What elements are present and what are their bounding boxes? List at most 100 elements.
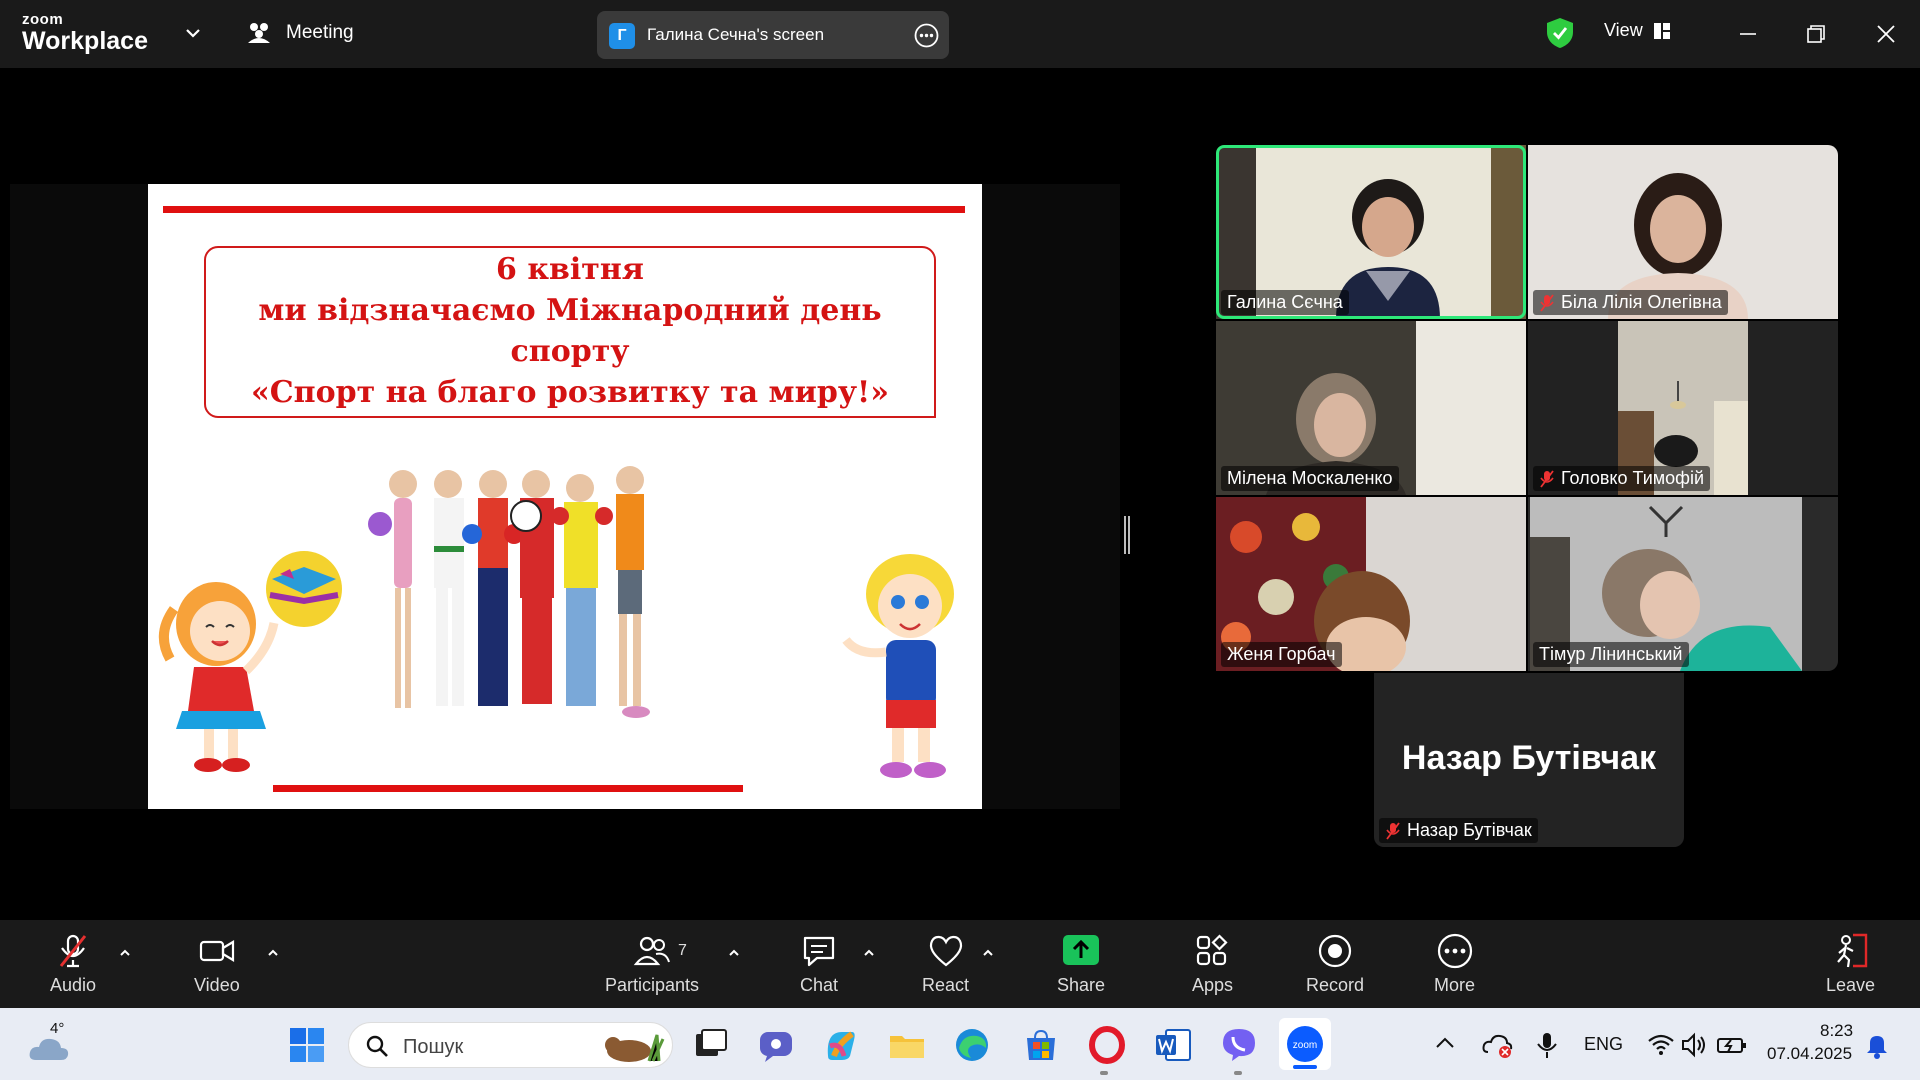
close-icon[interactable] [1870,18,1902,50]
participant-display-name: Назар Бутівчак [1401,739,1657,777]
mic-muted-icon [1540,293,1554,312]
share-label: Share [1057,975,1106,995]
apps-icon [1196,934,1228,966]
leave-label: Leave [1826,975,1876,995]
participant-name: Біла Лілія Олегівна [1561,292,1722,312]
more-label: More [1434,975,1476,995]
chevron-down-icon[interactable] [184,24,202,42]
participant-name-label: Галина Сєчна [1221,290,1349,315]
restore-icon[interactable] [1800,18,1832,50]
meeting-menu[interactable]: Meeting [246,21,354,45]
participant-name: Галина Сєчна [1227,292,1343,312]
edge-browser-icon[interactable] [953,1026,991,1064]
cartoon-girl-with-ball [159,551,342,772]
microphone-icon[interactable] [1532,1030,1562,1060]
clock-date[interactable]: 07.04.2025 [1767,1044,1852,1064]
slide-bottom-line [273,785,743,792]
battery-charging-icon[interactable] [1716,1030,1748,1060]
chat-button[interactable]: Chat [799,932,839,996]
task-view-icon[interactable] [692,1026,730,1064]
file-explorer-icon[interactable] [888,1026,926,1064]
apps-button[interactable]: Apps [1192,932,1233,996]
heart-icon [929,935,962,967]
meeting-icon [248,23,270,43]
minimize-icon[interactable] [1732,18,1764,50]
chat-label: Chat [799,975,839,995]
volume-icon[interactable] [1680,1030,1710,1060]
security-shield-icon[interactable] [1546,17,1574,49]
weather-widget[interactable]: 4° [26,1020,76,1068]
apps-label: Apps [1192,975,1234,995]
meeting-toolbar: Audio Video Participants 7 Chat React Sh… [0,920,1920,1008]
chat-icon [803,936,835,967]
video-tile[interactable]: Мілена Москаленко [1216,321,1526,495]
react-button[interactable]: React [922,932,969,996]
video-tile-no-camera[interactable]: Назар Бутівчак Назар Бутівчак [1374,673,1684,847]
video-tile[interactable]: Головко Тимофій [1528,321,1838,495]
screen-share-indicator[interactable]: Г Галина Сечна's screen [597,11,949,59]
participant-name: Женя Горбач [1227,644,1336,664]
leave-door-icon [1836,933,1867,968]
leave-button[interactable]: Leave [1826,932,1875,996]
search-placeholder: Пошук [403,1036,464,1058]
audio-button[interactable]: Audio [50,932,96,996]
slide-top-line [163,206,965,213]
cloud-sync-error-icon[interactable] [1482,1030,1514,1060]
video-tile[interactable]: Тімур Лінинський [1528,497,1838,671]
meeting-label: Meeting [286,22,354,43]
microsoft-store-icon[interactable] [1022,1026,1060,1064]
participants-options-caret-icon[interactable] [727,946,741,960]
video-button[interactable]: Video [194,932,240,996]
notification-bell-icon[interactable] [1862,1030,1892,1060]
windows-start-icon[interactable] [288,1026,326,1064]
share-button[interactable]: Share [1057,932,1105,996]
word-app-icon[interactable] [1154,1026,1192,1064]
clock-time[interactable]: 8:23 [1820,1021,1853,1041]
participant-name-label: Тімур Лінинський [1533,642,1689,667]
title-bar: zoom Workplace Meeting Г Галина Сечна's … [0,0,1920,68]
search-icon [366,1035,388,1057]
participant-name: Головко Тимофій [1561,468,1705,488]
zoom-taskbar-button[interactable]: zoom [1279,1018,1331,1070]
logo-workplace-text: Workplace [22,27,148,55]
search-highlight-image [605,1034,665,1062]
audio-label: Audio [50,975,97,995]
audio-options-caret-icon[interactable] [118,946,132,960]
zoom-workplace-logo: zoom Workplace [22,12,148,54]
opera-browser-icon[interactable] [1088,1026,1126,1064]
video-tile[interactable]: Женя Горбач [1216,497,1526,671]
chevron-up-icon[interactable] [1430,1028,1460,1058]
react-options-caret-icon[interactable] [981,946,995,960]
viber-icon[interactable] [1220,1026,1258,1064]
more-options-icon[interactable] [914,23,939,48]
participants-label: Participants [605,975,700,995]
screen-owner-badge: Г [609,23,635,49]
meet-app-icon[interactable] [757,1026,795,1064]
video-camera-icon [199,940,234,962]
video-options-caret-icon[interactable] [266,946,280,960]
video-tile[interactable]: Біла Лілія Олегівна [1528,145,1838,319]
input-language[interactable]: ENG [1584,1034,1623,1055]
wifi-icon[interactable] [1646,1030,1676,1060]
video-tile[interactable]: Галина Сєчна [1216,145,1526,319]
chat-options-caret-icon[interactable] [862,946,876,960]
slide-title-box: 6 квітня ми відзначаємо Міжнародний день… [204,246,936,418]
participant-name-label: Женя Горбач [1221,642,1342,667]
mic-muted-icon [1386,821,1400,840]
grid-view-icon [1653,22,1670,39]
children-athletes-image [368,466,650,718]
zoom-app-icon: zoom [1287,1026,1323,1062]
slide-line-motto: «Спорт на благо розвитку та миру!» [251,375,889,410]
participant-name: Назар Бутівчак [1407,820,1532,840]
panel-resize-handle[interactable] [1124,516,1130,554]
more-button[interactable]: More [1434,932,1475,996]
copilot-icon[interactable] [822,1026,860,1064]
react-label: React [922,975,970,995]
running-app-indicator [1234,1071,1242,1075]
more-options-icon [1437,933,1472,969]
record-button[interactable]: Record [1306,932,1364,996]
taskbar-search-box[interactable]: Пошук [348,1022,673,1068]
share-screen-icon [1063,935,1100,965]
view-button[interactable]: View [1604,20,1671,41]
participant-name-label: Головко Тимофій [1533,466,1711,491]
